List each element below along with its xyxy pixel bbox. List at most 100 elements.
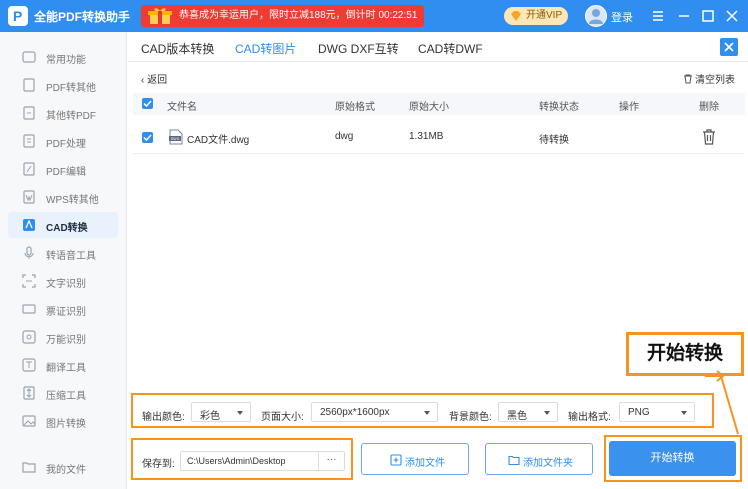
maximize-button[interactable] — [698, 6, 718, 26]
col-status: 转换状态 — [539, 102, 579, 113]
add-file-button[interactable]: 添加文件 — [361, 443, 469, 475]
cad-icon — [23, 219, 35, 231]
browse-button[interactable]: ··· — [318, 452, 344, 470]
clear-list-button[interactable]: 清空列表 — [683, 71, 735, 86]
color-label: 输出颜色: — [142, 412, 185, 423]
tab-dwg-dxf[interactable]: DWG DXF互转 — [318, 40, 399, 57]
format-select[interactable]: PNG — [619, 402, 695, 422]
login-link[interactable]: 登录 — [611, 9, 633, 25]
translate-icon — [22, 358, 36, 372]
page-size-select[interactable]: 2560px*1600px — [311, 402, 438, 422]
col-format: 原始格式 — [335, 102, 375, 113]
sidebar-item-ocr[interactable]: 文字识别 — [8, 268, 118, 294]
svg-text:DWG: DWG — [171, 137, 180, 141]
color-select[interactable]: 彩色 — [191, 402, 251, 422]
promo-banner[interactable]: 恭喜成为幸运用户，限时立减188元，倒计时 00:22:51 — [141, 5, 424, 27]
app-title: 全能PDF转换助手 — [34, 10, 131, 24]
sidebar-item-other-to-pdf[interactable]: 其他转PDF — [8, 100, 118, 126]
panel-close-button[interactable] — [720, 38, 738, 56]
row-checkbox[interactable] — [142, 132, 153, 143]
sidebar-item-cad[interactable]: CAD转换 — [8, 212, 118, 238]
menu-icon — [653, 11, 663, 21]
sidebar-item-voice[interactable]: 转语音工具 — [8, 240, 118, 266]
sidebar-item-my-files[interactable]: 我的文件 — [8, 454, 118, 480]
delete-icon[interactable] — [702, 129, 716, 145]
tab-cad-to-image[interactable]: CAD转图片 — [235, 40, 296, 57]
col-filename: 文件名 — [167, 102, 197, 113]
pdf-convert-icon — [23, 78, 35, 92]
save-label: 保存到: — [142, 459, 175, 470]
check-icon — [143, 100, 152, 108]
file-format: dwg — [335, 131, 354, 142]
close-icon — [724, 42, 734, 52]
sidebar-item-wps[interactable]: WPS转其他 — [8, 184, 118, 210]
star-icon — [22, 51, 36, 63]
minimize-icon — [679, 15, 689, 17]
gift-icon — [148, 8, 172, 24]
voice-icon — [24, 246, 34, 259]
tab-cad-version[interactable]: CAD版本转换 — [141, 40, 214, 57]
bg-color-label: 背景颜色: — [449, 412, 492, 423]
chevron-down-icon — [424, 411, 430, 415]
app-logo: P — [8, 6, 28, 26]
compress-icon — [23, 386, 35, 400]
tab-cad-to-dwf[interactable]: CAD转DWF — [418, 40, 483, 57]
minimize-button[interactable] — [674, 6, 694, 26]
sidebar-item-common[interactable]: 常用功能 — [8, 44, 118, 70]
image-icon — [22, 415, 36, 427]
col-delete: 删除 — [699, 102, 719, 113]
file-status: 待转换 — [539, 135, 569, 146]
sidebar-item-translate[interactable]: 翻译工具 — [8, 352, 118, 378]
sidebar-item-ticket[interactable]: 票证识别 — [8, 296, 118, 322]
ocr-icon — [22, 274, 36, 288]
chevron-down-icon — [237, 411, 243, 415]
start-convert-button[interactable]: 开始转换 — [609, 441, 736, 476]
pdf-edit-icon — [23, 162, 35, 176]
maximize-icon — [702, 10, 714, 22]
wps-icon — [23, 190, 35, 204]
check-icon — [143, 134, 152, 142]
user-icon — [589, 9, 603, 24]
sidebar-item-compress[interactable]: 压缩工具 — [8, 380, 118, 406]
to-pdf-icon — [23, 106, 35, 120]
sidebar-item-pdf-edit[interactable]: PDF编辑 — [8, 156, 118, 182]
folder-icon — [22, 462, 36, 473]
chevron-down-icon — [544, 411, 550, 415]
sidebar-item-pdf-process[interactable]: PDF处理 — [8, 128, 118, 154]
save-path-input[interactable]: C:\Users\Admin\Desktop ··· — [180, 451, 345, 471]
annotation-arrow-icon — [705, 370, 739, 435]
close-icon — [726, 10, 738, 22]
back-link[interactable]: ‹ 返回 — [141, 71, 167, 86]
output-options-highlight: 输出颜色: 彩色 页面大小: 2560px*1600px 背景颜色: 黑色 输出… — [131, 393, 714, 428]
dwg-file-icon: DWG — [169, 129, 183, 145]
sidebar-item-image[interactable]: 图片转换 — [8, 408, 118, 434]
tab-bar: CAD版本转换 CAD转图片 DWG DXF互转 CAD转DWF — [128, 32, 748, 62]
col-size: 原始大小 — [409, 102, 449, 113]
sidebar-item-pdf-to-other[interactable]: PDF转其他 — [8, 72, 118, 98]
trash-icon — [684, 74, 692, 84]
pdf-process-icon — [23, 134, 35, 148]
close-button[interactable] — [722, 6, 742, 26]
active-tab-indicator — [236, 28, 294, 30]
menu-button[interactable] — [648, 6, 668, 26]
avatar[interactable] — [585, 5, 607, 27]
file-size: 1.31MB — [409, 131, 444, 142]
vip-button[interactable]: 开通VIP — [504, 7, 568, 25]
sidebar: 常用功能 PDF转其他 其他转PDF PDF处理 PDF编辑 WPS转其他 CA… — [0, 32, 127, 489]
chevron-down-icon — [681, 411, 687, 415]
add-file-icon — [390, 454, 402, 466]
diamond-icon — [511, 11, 521, 21]
format-label: 输出格式: — [568, 412, 611, 423]
promo-text: 恭喜成为幸运用户，限时立减188元，倒计时 00:22:51 — [179, 10, 418, 21]
vip-label: 开通VIP — [526, 10, 563, 21]
folder-icon — [508, 455, 520, 466]
add-folder-button[interactable]: 添加文件夹 — [485, 443, 593, 475]
page-size-label: 页面大小: — [261, 412, 304, 423]
save-path-highlight: 保存到: C:\Users\Admin\Desktop ··· — [131, 438, 353, 480]
bg-color-select[interactable]: 黑色 — [498, 402, 558, 422]
scan-icon — [22, 330, 36, 344]
table-header: 文件名 原始格式 原始大小 转换状态 操作 删除 — [133, 93, 745, 115]
sidebar-item-scan[interactable]: 万能识别 — [8, 324, 118, 350]
file-name: CAD文件.dwg — [187, 135, 250, 146]
select-all-checkbox[interactable] — [142, 98, 153, 109]
